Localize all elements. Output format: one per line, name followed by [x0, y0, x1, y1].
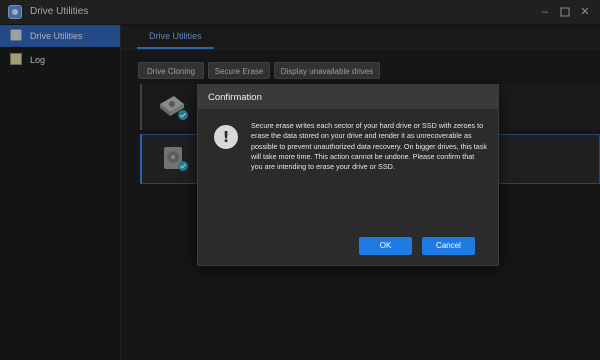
- dialog-header: Confirmation: [198, 85, 498, 109]
- ok-button[interactable]: OK: [359, 237, 412, 255]
- exclamation-icon: !: [214, 125, 238, 149]
- cancel-button[interactable]: Cancel: [422, 237, 475, 255]
- dialog-title: Confirmation: [208, 92, 262, 103]
- dialog-message: Secure erase writes each sector of your …: [251, 121, 487, 172]
- confirmation-dialog: Confirmation ! Secure erase writes each …: [197, 84, 499, 266]
